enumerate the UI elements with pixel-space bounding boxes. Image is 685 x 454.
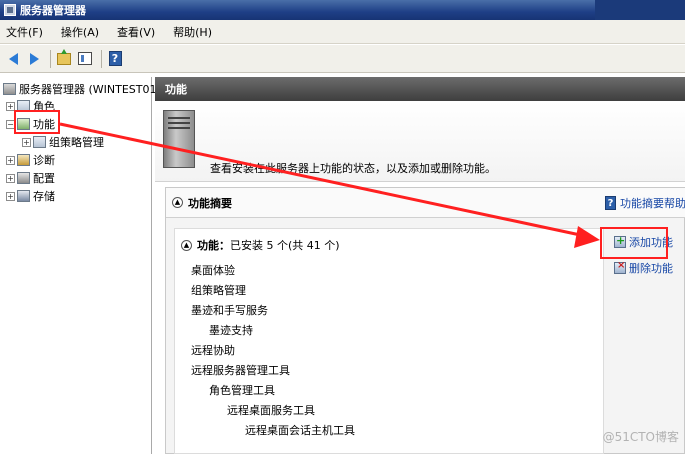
annotation-arrow: [59, 122, 600, 248]
watermark: @51CTO博客: [602, 430, 679, 444]
